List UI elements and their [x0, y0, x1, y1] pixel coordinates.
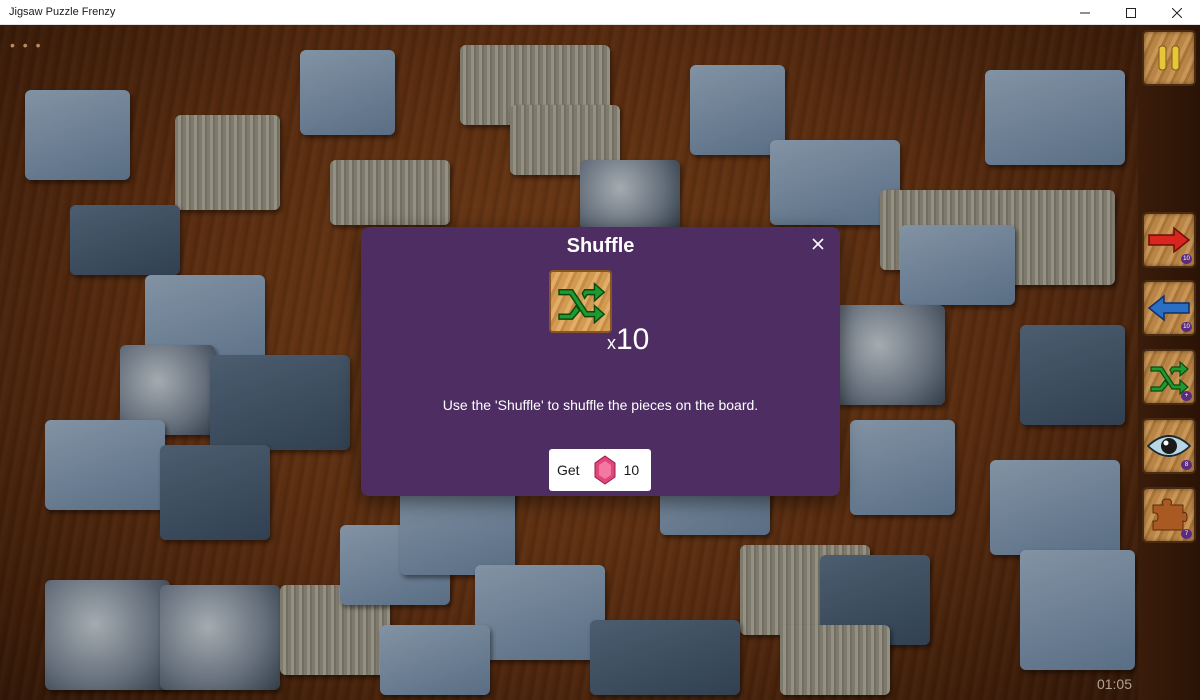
title-bar: Jigsaw Puzzle Frenzy — [0, 0, 1200, 25]
minimize-button[interactable] — [1062, 0, 1108, 25]
get-button-cost: 10 — [623, 462, 640, 478]
prev-arrow-button[interactable]: 10 — [1142, 280, 1196, 336]
shuffle-powerup-tile — [549, 270, 612, 333]
shuffle-icon — [1150, 360, 1189, 395]
menu-dots-button[interactable]: • • • — [10, 37, 42, 53]
window-controls — [1062, 0, 1200, 24]
get-shuffle-button[interactable]: Get 10 — [549, 449, 651, 491]
tool-count-badge: 8 — [1181, 460, 1192, 470]
tool-sidebar: 10 10 + 8 7 — [1138, 25, 1200, 700]
maximize-icon — [1126, 7, 1136, 18]
tool-count-badge: 10 — [1181, 322, 1192, 332]
count-value: 10 — [616, 323, 650, 356]
close-icon — [1172, 7, 1182, 18]
tool-count-badge: 7 — [1181, 529, 1192, 539]
pause-icon — [1158, 45, 1180, 71]
preview-button[interactable]: 8 — [1142, 418, 1196, 474]
maximize-button[interactable] — [1108, 0, 1154, 25]
count-prefix: x — [607, 333, 616, 353]
minimize-icon — [1080, 12, 1090, 13]
left-arrow-icon — [1147, 294, 1190, 322]
eye-icon — [1146, 435, 1192, 457]
app-title: Jigsaw Puzzle Frenzy — [9, 6, 116, 18]
edge-pieces-button[interactable]: 7 — [1142, 487, 1196, 543]
close-window-button[interactable] — [1154, 0, 1200, 25]
tool-count-badge: 10 — [1181, 254, 1192, 264]
pause-button[interactable] — [1142, 30, 1196, 86]
next-arrow-button[interactable]: 10 — [1142, 212, 1196, 268]
game-timer: 01:05 — [1096, 676, 1132, 692]
close-icon — [812, 238, 824, 250]
gem-icon — [594, 455, 616, 485]
right-arrow-icon — [1148, 226, 1191, 254]
tool-count-badge: + — [1181, 391, 1192, 401]
dialog-title: Shuffle — [566, 235, 635, 257]
shuffle-dialog: Shuffle x10 Use the 'Shuffle' to shuffle… — [361, 227, 840, 496]
puzzle-piece-icon — [1152, 498, 1188, 531]
get-button-label: Get — [557, 462, 580, 478]
dialog-description: Use the 'Shuffle' to shuffle the pieces … — [442, 397, 759, 413]
dialog-close-button[interactable] — [810, 236, 826, 252]
shuffle-button[interactable]: + — [1142, 349, 1196, 405]
powerup-count: x10 — [607, 323, 649, 357]
shuffle-icon — [557, 281, 605, 324]
